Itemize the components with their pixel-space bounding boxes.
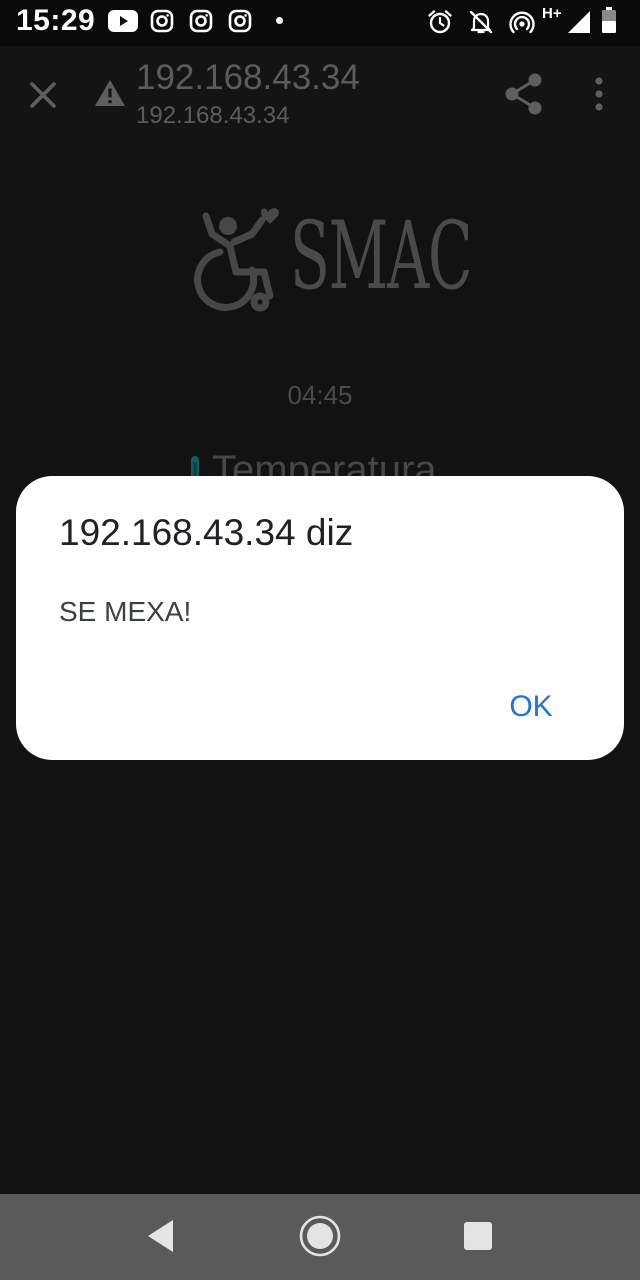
recents-icon[interactable] xyxy=(464,1222,492,1250)
share-icon[interactable] xyxy=(502,72,544,116)
back-icon[interactable] xyxy=(146,1218,176,1254)
page-url: 192.168.43.34 xyxy=(136,102,290,129)
status-bar: 15:29 H+ xyxy=(0,0,640,46)
dialog-title: 192.168.43.34 diz xyxy=(59,512,354,553)
alarm-icon xyxy=(428,10,452,34)
clock-readout: 04:45 xyxy=(287,380,353,410)
ok-button[interactable]: OK xyxy=(486,682,576,732)
notifications-off-icon xyxy=(469,10,493,34)
home-icon[interactable] xyxy=(298,1214,342,1258)
instagram-icon xyxy=(228,9,252,33)
network-type: H+ xyxy=(542,5,562,22)
signal-icon xyxy=(568,11,590,33)
hotspot-icon xyxy=(509,11,535,34)
notification-dot xyxy=(276,17,283,24)
instagram-icon xyxy=(189,9,213,33)
dialog-message: SE MEXA! xyxy=(59,596,192,627)
navigation-bar xyxy=(0,1194,640,1280)
alert-dialog: 192.168.43.34 diz SE MEXA! OK xyxy=(16,476,624,760)
wheelchair-logo-icon xyxy=(194,208,279,312)
close-icon[interactable] xyxy=(24,76,62,114)
custom-tab-toolbar: 192.168.43.34 192.168.43.34 xyxy=(0,46,640,144)
warning-icon[interactable] xyxy=(94,79,126,107)
battery-icon xyxy=(602,7,616,33)
more-vert-icon[interactable] xyxy=(586,74,612,114)
status-time: 15:29 xyxy=(16,4,96,37)
page-title: 192.168.43.34 xyxy=(136,58,360,97)
instagram-icon xyxy=(150,9,174,33)
logo-text: SMAC xyxy=(290,202,473,311)
youtube-icon xyxy=(108,10,138,32)
